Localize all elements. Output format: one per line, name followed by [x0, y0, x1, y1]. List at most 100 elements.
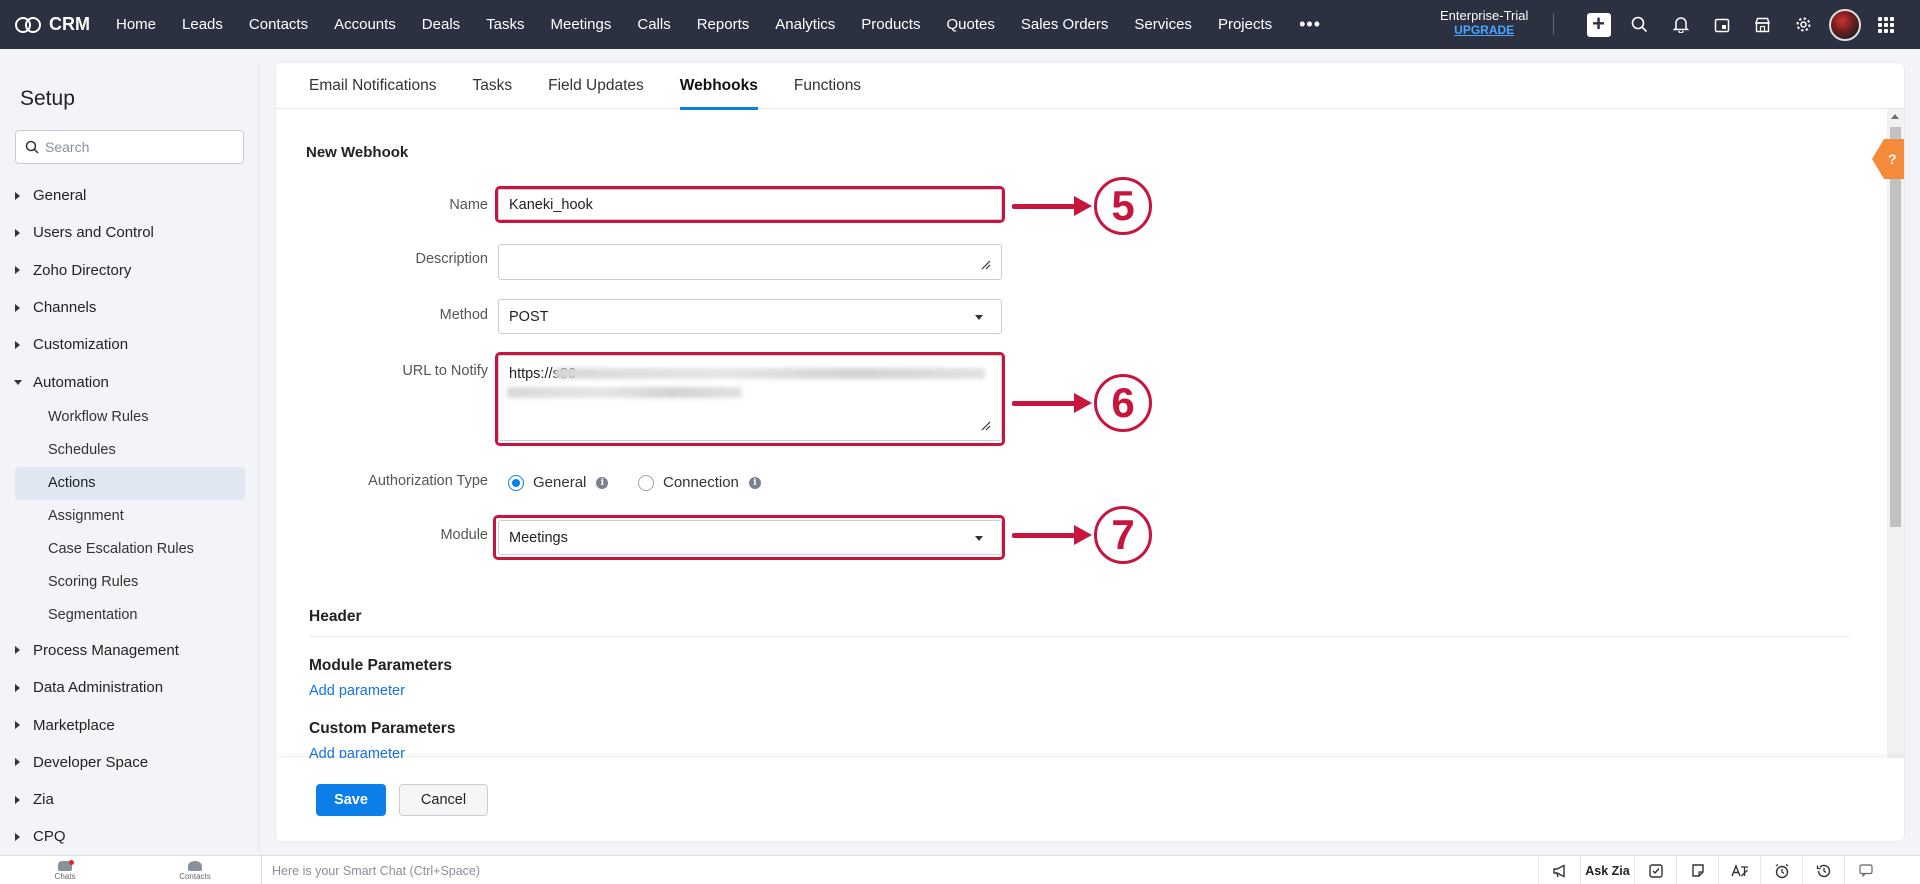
sidebar-subitem-case-escalation-rules[interactable]: Case Escalation Rules	[15, 533, 245, 566]
nav-item-services[interactable]: Services	[1121, 16, 1205, 33]
nav-item-meetings[interactable]: Meetings	[538, 16, 625, 33]
smart-chat-input[interactable]: Here is your Smart Chat (Ctrl+Space)	[261, 856, 480, 884]
method-select[interactable]: POST	[498, 299, 1002, 334]
search-icon	[25, 140, 39, 154]
marketplace-button[interactable]	[1742, 17, 1783, 33]
upgrade-link[interactable]: UPGRADE	[1440, 23, 1528, 38]
marketplace-icon	[1755, 17, 1770, 32]
contacts-button[interactable]: Contacts	[130, 856, 260, 884]
sidebar-item-process-management[interactable]: Process Management	[0, 632, 259, 669]
trial-label: Enterprise-Trial	[1440, 8, 1529, 23]
chats-button[interactable]: Chats	[0, 856, 130, 884]
sidebar-search-input[interactable]	[45, 137, 235, 157]
nav-item-products[interactable]: Products	[848, 16, 933, 33]
sidebar-item-label: Zoho Directory	[33, 261, 132, 279]
add-module-parameter-link[interactable]: Add parameter	[309, 683, 405, 699]
name-input[interactable]	[499, 190, 1001, 219]
notes-button[interactable]	[1676, 856, 1718, 884]
nav-item-contacts[interactable]: Contacts	[236, 16, 321, 33]
auth-general-radio[interactable]: General i	[508, 474, 609, 491]
alarm-button[interactable]	[1760, 856, 1802, 884]
sidebar-subitem-schedules[interactable]: Schedules	[15, 434, 245, 467]
caret-right-icon	[15, 266, 20, 275]
tab-email-notifications[interactable]: Email Notifications	[309, 63, 437, 109]
sidebar-subitem-actions[interactable]: Actions	[15, 466, 245, 500]
crm-logo[interactable]: CRM	[0, 14, 103, 35]
nav-item-deals[interactable]: Deals	[409, 16, 473, 33]
tab-webhooks[interactable]: Webhooks	[679, 63, 758, 110]
nav-item-projects[interactable]: Projects	[1205, 16, 1285, 33]
sidebar-item-channels[interactable]: Channels	[0, 289, 259, 326]
profile-button[interactable]	[1824, 8, 1865, 41]
nav-divider	[1553, 13, 1554, 35]
help-tab[interactable]: ?	[1870, 139, 1904, 179]
scrollbar-thumb[interactable]	[1890, 127, 1901, 527]
save-button[interactable]: Save	[316, 784, 386, 816]
more-icon[interactable]: •••	[1285, 14, 1335, 35]
nav-item-home[interactable]: Home	[103, 16, 169, 33]
nav-item-calls[interactable]: Calls	[624, 16, 683, 33]
avatar	[1828, 8, 1861, 41]
nav-item-leads[interactable]: Leads	[169, 16, 236, 33]
nav-item-analytics[interactable]: Analytics	[762, 16, 848, 33]
sidebar-item-data-administration[interactable]: Data Administration	[0, 669, 259, 706]
module-select[interactable]: Meetings	[498, 520, 1002, 555]
sidebar-item-cpq[interactable]: CPQ	[0, 818, 259, 855]
search-button[interactable]	[1619, 16, 1660, 33]
auth-general-label: General	[533, 474, 587, 491]
sidebar-subitem-assignment[interactable]: Assignment	[15, 500, 245, 533]
tasks-button[interactable]	[1634, 856, 1676, 884]
brand-name: CRM	[49, 14, 90, 34]
megaphone-icon	[1552, 863, 1565, 878]
sidebar-item-general[interactable]: General	[0, 177, 259, 214]
scrollbar[interactable]	[1887, 109, 1904, 759]
name-field[interactable]	[498, 189, 1002, 220]
cancel-button[interactable]: Cancel	[399, 784, 488, 816]
sidebar-subitem-segmentation[interactable]: Segmentation	[15, 599, 245, 632]
nav-item-quotes[interactable]: Quotes	[933, 16, 1007, 33]
translate-button[interactable]	[1718, 856, 1760, 884]
resize-handle-icon[interactable]	[981, 260, 991, 270]
create-button[interactable]: +	[1578, 12, 1619, 37]
ask-zia-button[interactable]: Ask Zia	[1580, 856, 1634, 884]
setup-sidebar: Setup General Users and Control Zoho Direc…	[0, 63, 259, 851]
sidebar-search[interactable]	[15, 130, 244, 164]
notifications-button[interactable]	[1660, 16, 1701, 33]
sidebar-item-automation[interactable]: Automation	[0, 363, 259, 400]
resize-handle-icon[interactable]	[981, 421, 991, 431]
sidebar-item-zoho-directory[interactable]: Zoho Directory	[0, 252, 259, 289]
apps-button[interactable]	[1865, 16, 1906, 33]
recent-items-button[interactable]	[1802, 856, 1844, 884]
sidebar-item-label: Automation	[33, 373, 109, 391]
info-icon[interactable]: i	[596, 476, 609, 489]
scroll-up-arrow[interactable]	[1891, 114, 1899, 119]
sidebar-item-zia[interactable]: Zia	[0, 781, 259, 818]
nav-item-sales-orders[interactable]: Sales Orders	[1008, 16, 1122, 33]
calendar-button[interactable]	[1701, 17, 1742, 33]
settings-button[interactable]	[1783, 16, 1824, 33]
sidebar-item-marketplace[interactable]: Marketplace	[0, 706, 259, 743]
nav-item-tasks[interactable]: Tasks	[473, 16, 537, 33]
sidebar-item-developer-space[interactable]: Developer Space	[0, 744, 259, 781]
url-field[interactable]: https://s86	[498, 355, 1002, 441]
description-field[interactable]	[498, 244, 1002, 280]
tab-tasks[interactable]: Tasks	[473, 63, 513, 109]
sidebar-item-users-and-control[interactable]: Users and Control	[0, 214, 259, 251]
sidebar-subitem-workflow-rules[interactable]: Workflow Rules	[15, 401, 245, 434]
method-value: POST	[509, 308, 549, 325]
info-icon[interactable]: i	[748, 476, 761, 489]
description-input[interactable]	[499, 245, 1001, 279]
tab-field-updates[interactable]: Field Updates	[548, 63, 644, 109]
nav-item-accounts[interactable]: Accounts	[321, 16, 409, 33]
sidebar-item-customization[interactable]: Customization	[0, 326, 259, 363]
feedback-button[interactable]	[1844, 856, 1886, 884]
announcement-button[interactable]	[1538, 856, 1580, 884]
nav-item-reports[interactable]: Reports	[684, 16, 763, 33]
auth-connection-radio[interactable]: Connection i	[638, 474, 761, 491]
sidebar-item-label: Process Management	[33, 641, 179, 659]
step-number: 5	[1094, 177, 1152, 235]
tab-functions[interactable]: Functions	[794, 63, 861, 109]
redacted-text	[555, 368, 985, 379]
sidebar-subitem-scoring-rules[interactable]: Scoring Rules	[15, 566, 245, 599]
history-icon	[1816, 864, 1830, 877]
